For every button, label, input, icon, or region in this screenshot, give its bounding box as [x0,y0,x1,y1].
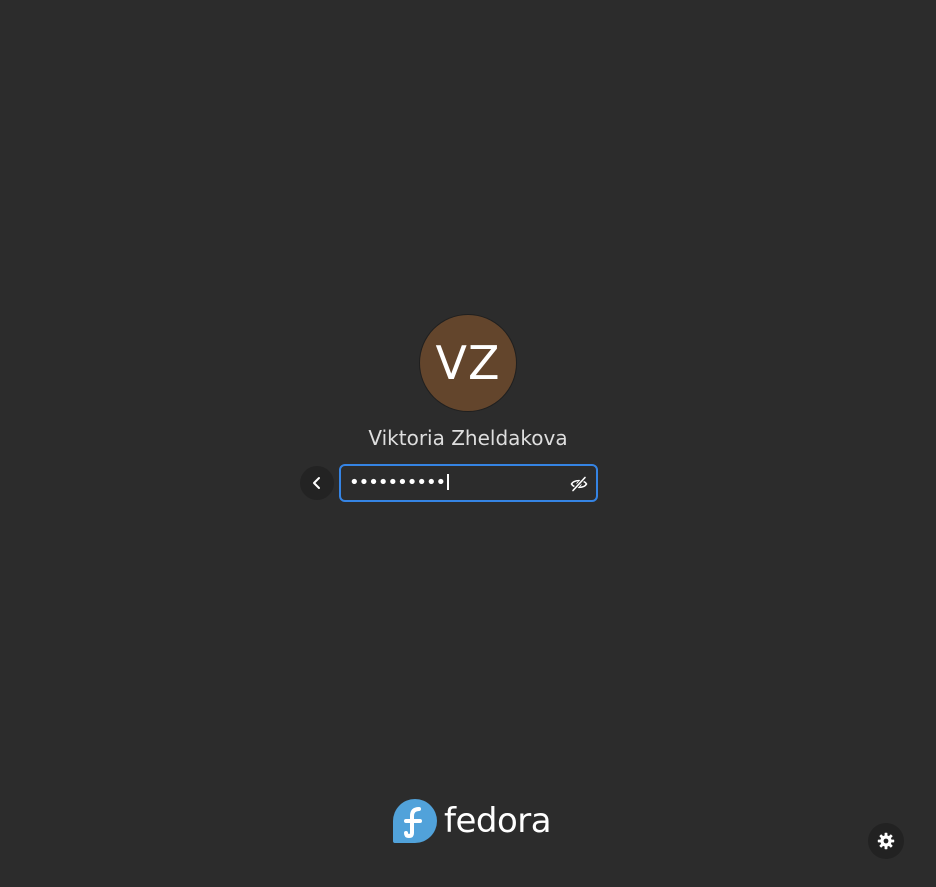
password-field[interactable]: •••••••••• [339,464,598,502]
settings-button[interactable] [868,823,904,859]
gear-icon [877,832,895,850]
fedora-wordmark: fedora [444,801,552,841]
eye-slash-icon [570,476,588,492]
user-avatar: VZ [420,315,516,411]
password-masked-value: •••••••••• [349,472,446,493]
back-button[interactable] [300,466,334,500]
user-name: Viktoria Zheldakova [368,426,568,450]
chevron-left-icon [313,477,320,489]
fedora-logo-icon [393,799,437,843]
fedora-logo: fedora [393,799,552,843]
reveal-password-button[interactable] [568,473,590,495]
avatar-initials: VZ [435,336,501,390]
text-caret [447,473,450,490]
